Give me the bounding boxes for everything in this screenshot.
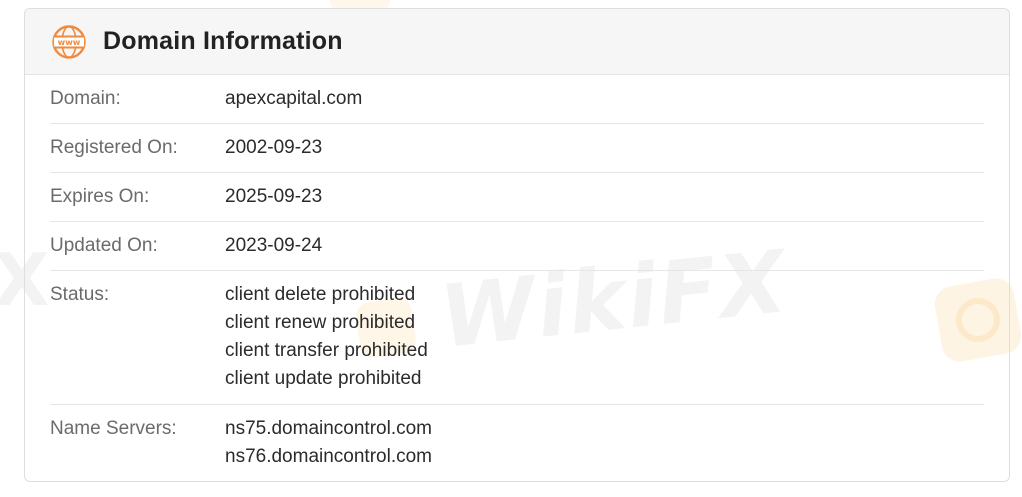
expires-value: 2025-09-23 [225, 186, 323, 207]
domain-label: Domain: [50, 88, 121, 109]
updated-value: 2023-09-24 [225, 235, 323, 256]
card-header: www Domain Information [25, 9, 1009, 75]
info-row-name-servers: Name Servers: ns75.domaincontrol.com ns7… [50, 405, 984, 477]
name-servers-values: ns75.domaincontrol.com ns76.domaincontro… [225, 405, 432, 477]
www-globe-icon: www [51, 24, 87, 60]
www-icon-text: www [58, 37, 81, 47]
status-values: client delete prohibited client renew pr… [225, 271, 428, 404]
registered-label: Registered On: [50, 137, 178, 158]
status-value: client renew prohibited [225, 312, 416, 333]
name-server-value: ns76.domaincontrol.com [225, 446, 432, 467]
status-value: client transfer prohibited [225, 340, 428, 361]
info-row-registered: Registered On: 2002-09-23 [50, 124, 984, 173]
status-label: Status: [50, 284, 110, 305]
status-value: client delete prohibited [225, 284, 416, 305]
domain-value: apexcapital.com [225, 88, 363, 109]
updated-label: Updated On: [50, 235, 158, 256]
info-row-updated: Updated On: 2023-09-24 [50, 222, 984, 271]
name-servers-label: Name Servers: [50, 418, 177, 439]
info-row-status: Status: client delete prohibited client … [50, 271, 984, 405]
info-row-domain: Domain: apexcapital.com [50, 75, 984, 124]
name-server-value: ns75.domaincontrol.com [225, 418, 432, 439]
domain-info-list: Domain: apexcapital.com Registered On: 2… [25, 75, 1009, 477]
domain-information-card: www Domain Information Domain: apexcapit… [24, 8, 1010, 482]
status-value: client update prohibited [225, 368, 422, 389]
registered-value: 2002-09-23 [225, 137, 323, 158]
info-row-expires: Expires On: 2025-09-23 [50, 173, 984, 222]
expires-label: Expires On: [50, 186, 150, 207]
page-title: Domain Information [103, 27, 343, 55]
